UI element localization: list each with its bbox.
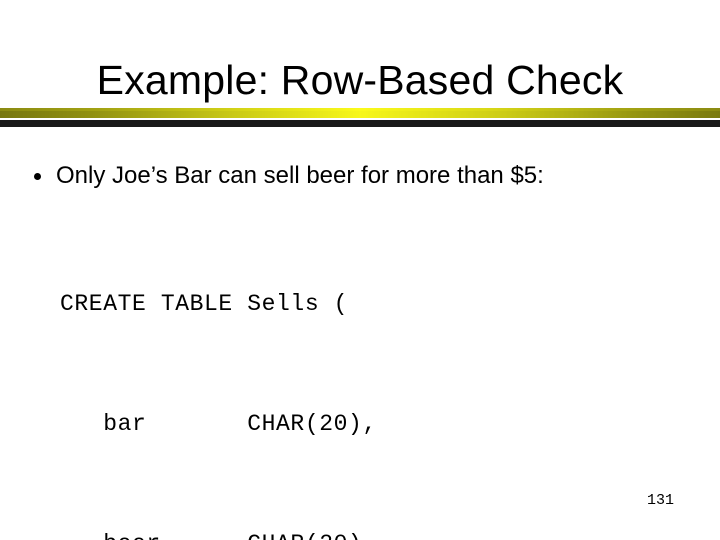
code-line: bar CHAR(20), [60,411,377,437]
title-divider-gradient [0,111,720,118]
bullet-item-label: Only Joe’s Bar can sell beer for more th… [56,162,544,189]
bullet-dot-icon [34,173,41,180]
page-number: 131 [646,492,674,509]
code-line: beer CHAR(20), [60,524,506,540]
title-divider-shadow [0,120,720,127]
page-title: Example: Row-Based Check [96,57,624,104]
bullet-item: Only Joe’s Bar can sell beer for more th… [34,160,544,192]
sql-code-block: CREATE TABLE Sells ( bar CHAR(20), beer … [60,204,506,540]
slide: Example: Row-Based Check Only Joe’s Bar … [0,0,720,540]
code-line: CREATE TABLE Sells ( [60,291,349,317]
